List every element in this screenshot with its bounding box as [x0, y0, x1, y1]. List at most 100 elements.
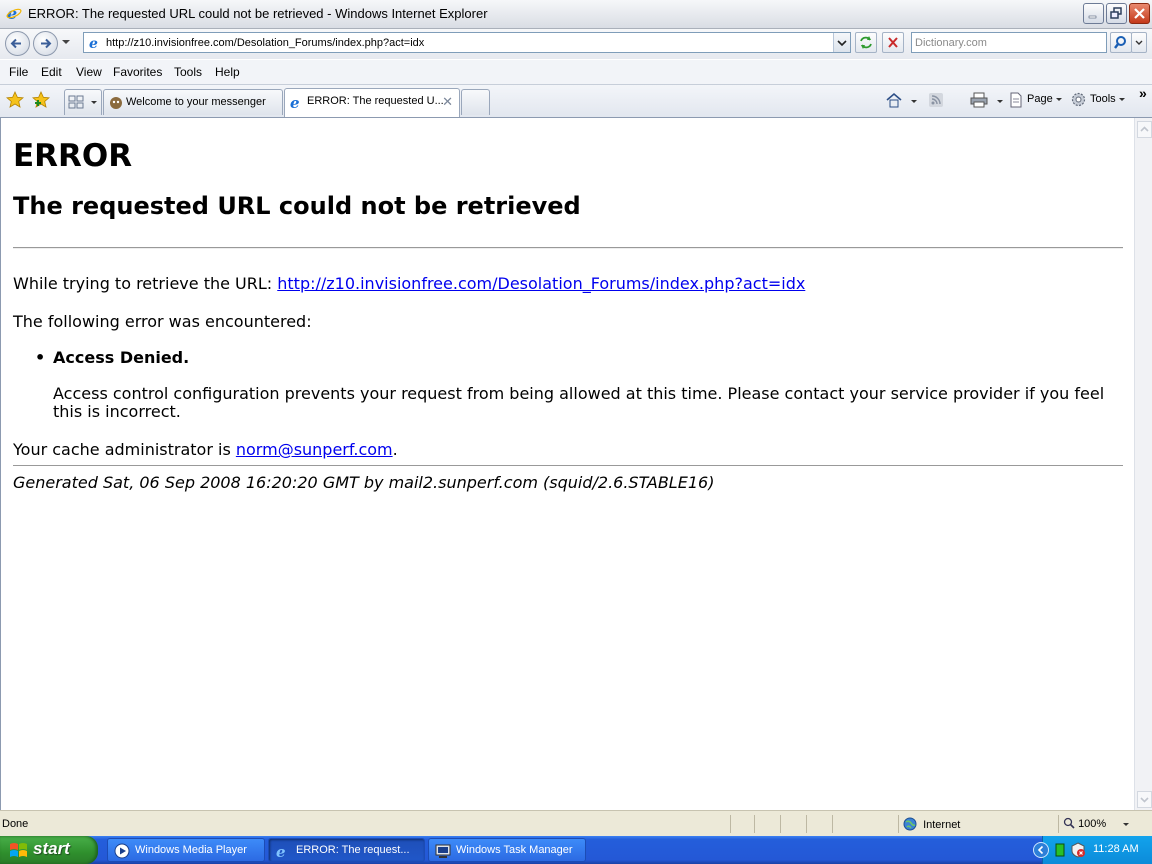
status-separator [1058, 815, 1059, 833]
page-icon: e [88, 35, 103, 53]
scroll-up-button[interactable] [1137, 121, 1152, 138]
svg-text:e: e [290, 94, 300, 110]
task-label: Windows Media Player [135, 844, 247, 856]
status-separator [806, 815, 807, 833]
back-button[interactable] [5, 31, 30, 56]
media-player-icon [114, 843, 130, 862]
restore-button[interactable] [1106, 3, 1127, 24]
taskbar: start Windows Media Player e ERROR: The … [0, 836, 1152, 864]
search-button[interactable] [1110, 32, 1132, 53]
home-icon[interactable] [884, 91, 904, 112]
system-tray: 11:28 AM [1033, 836, 1152, 864]
menu-view[interactable]: View [76, 65, 102, 79]
tools-menu-button[interactable]: Tools [1090, 93, 1125, 105]
title-bar: e ERROR: The requested URL could not be … [0, 0, 1152, 29]
status-text: Done [2, 818, 29, 830]
close-tab-icon[interactable]: ✕ [442, 94, 453, 110]
address-input[interactable] [106, 34, 832, 51]
address-row: e [0, 29, 1152, 59]
status-separator [730, 815, 731, 833]
task-media-player[interactable]: Windows Media Player [107, 838, 265, 862]
quick-tabs-button[interactable] [64, 89, 102, 115]
stop-button[interactable] [882, 32, 904, 53]
search-input[interactable] [915, 34, 1101, 51]
security-alert-icon[interactable] [1070, 842, 1086, 861]
admin-prefix: Your cache administrator is [13, 440, 236, 459]
window-title: ERROR: The requested URL could not be re… [28, 6, 488, 21]
scroll-down-button[interactable] [1137, 791, 1152, 808]
tray-expand-icon[interactable] [1032, 841, 1050, 862]
security-zone[interactable]: Internet [903, 817, 960, 831]
zone-label: Internet [923, 819, 961, 831]
page-menu-icon [1008, 92, 1024, 111]
page-subheading: The requested URL could not be retrieved [13, 192, 581, 220]
new-tab-button[interactable] [461, 89, 490, 115]
internet-explorer-icon: e [6, 4, 22, 24]
minimize-button[interactable] [1083, 3, 1104, 24]
admin-suffix: . [392, 440, 398, 459]
admin-email-link[interactable]: norm@sunperf.com [236, 440, 393, 459]
print-icon[interactable] [970, 92, 988, 111]
menu-help[interactable]: Help [215, 65, 240, 79]
task-internet-explorer[interactable]: e ERROR: The request... [268, 838, 425, 862]
messenger-tab-icon [108, 95, 124, 114]
search-box[interactable] [911, 32, 1107, 53]
retrieve-prefix: While trying to retrieve the URL: [13, 274, 278, 293]
print-dropdown-icon[interactable] [997, 100, 1003, 103]
tab-error[interactable]: e ERROR: The requested U... ✕ [284, 88, 460, 117]
zoom-icon [1063, 817, 1075, 829]
home-dropdown-icon[interactable] [911, 100, 917, 103]
start-button[interactable]: start [0, 836, 98, 864]
menu-favorites[interactable]: Favorites [113, 65, 162, 79]
globe-icon [903, 817, 917, 831]
status-separator [898, 815, 899, 833]
close-button[interactable] [1129, 3, 1150, 24]
address-bar[interactable]: e [83, 32, 851, 53]
svg-text:e: e [276, 843, 286, 859]
zoom-control[interactable]: 100% [1063, 817, 1130, 830]
page-tab-icon: e [289, 94, 305, 113]
zoom-level: 100% [1078, 818, 1107, 830]
tools-gear-icon [1070, 91, 1087, 111]
admin-message: Your cache administrator is norm@sunperf… [13, 440, 398, 459]
windows-logo-icon [9, 842, 29, 862]
page-menu-label: Page [1027, 93, 1053, 105]
menu-file[interactable]: File [9, 65, 28, 79]
vertical-scrollbar[interactable] [1134, 118, 1152, 810]
clock: 11:28 AM [1093, 843, 1139, 855]
more-commands-chevron-icon[interactable]: » [1139, 85, 1147, 101]
page-menu-button[interactable]: Page [1027, 93, 1062, 105]
page-heading: ERROR [13, 138, 133, 174]
task-task-manager[interactable]: Windows Task Manager [428, 838, 586, 862]
generated-footer: Generated Sat, 06 Sep 2008 16:20:20 GMT … [13, 473, 715, 492]
menu-tools[interactable]: Tools [174, 65, 202, 79]
recent-pages-dropdown-icon[interactable] [62, 40, 70, 44]
internet-explorer-icon: e [275, 843, 291, 862]
refresh-button[interactable] [855, 32, 877, 53]
network-activity-icon[interactable] [1055, 843, 1065, 860]
requested-url-link[interactable]: http://z10.invisionfree.com/Desolation_F… [277, 274, 805, 293]
tab-row: Welcome to your messenger e ERROR: The r… [0, 85, 1152, 118]
menu-bar: File Edit View Favorites Tools Help [0, 60, 1152, 85]
status-separator [832, 815, 833, 833]
tab-label: ERROR: The requested U... [307, 95, 444, 107]
add-favorite-icon[interactable] [31, 90, 51, 113]
status-separator [780, 815, 781, 833]
start-label: start [33, 839, 70, 858]
error-intro: The following error was encountered: [13, 312, 312, 331]
feeds-icon[interactable] [928, 92, 944, 111]
page-content: ERROR The requested URL could not be ret… [0, 118, 1134, 810]
search-options-button[interactable] [1131, 32, 1147, 53]
status-bar: Done Internet 100% [0, 810, 1152, 837]
tab-messenger[interactable]: Welcome to your messenger [103, 89, 283, 115]
favorites-star-icon[interactable] [5, 90, 25, 113]
task-label: Windows Task Manager [456, 844, 573, 856]
forward-button[interactable] [33, 31, 58, 56]
divider [13, 247, 1123, 249]
tools-menu-label: Tools [1090, 93, 1116, 105]
task-label: ERROR: The request... [296, 844, 410, 856]
menu-edit[interactable]: Edit [41, 65, 62, 79]
svg-text:e: e [89, 36, 98, 50]
divider [13, 465, 1123, 466]
address-dropdown-button[interactable] [833, 33, 850, 52]
